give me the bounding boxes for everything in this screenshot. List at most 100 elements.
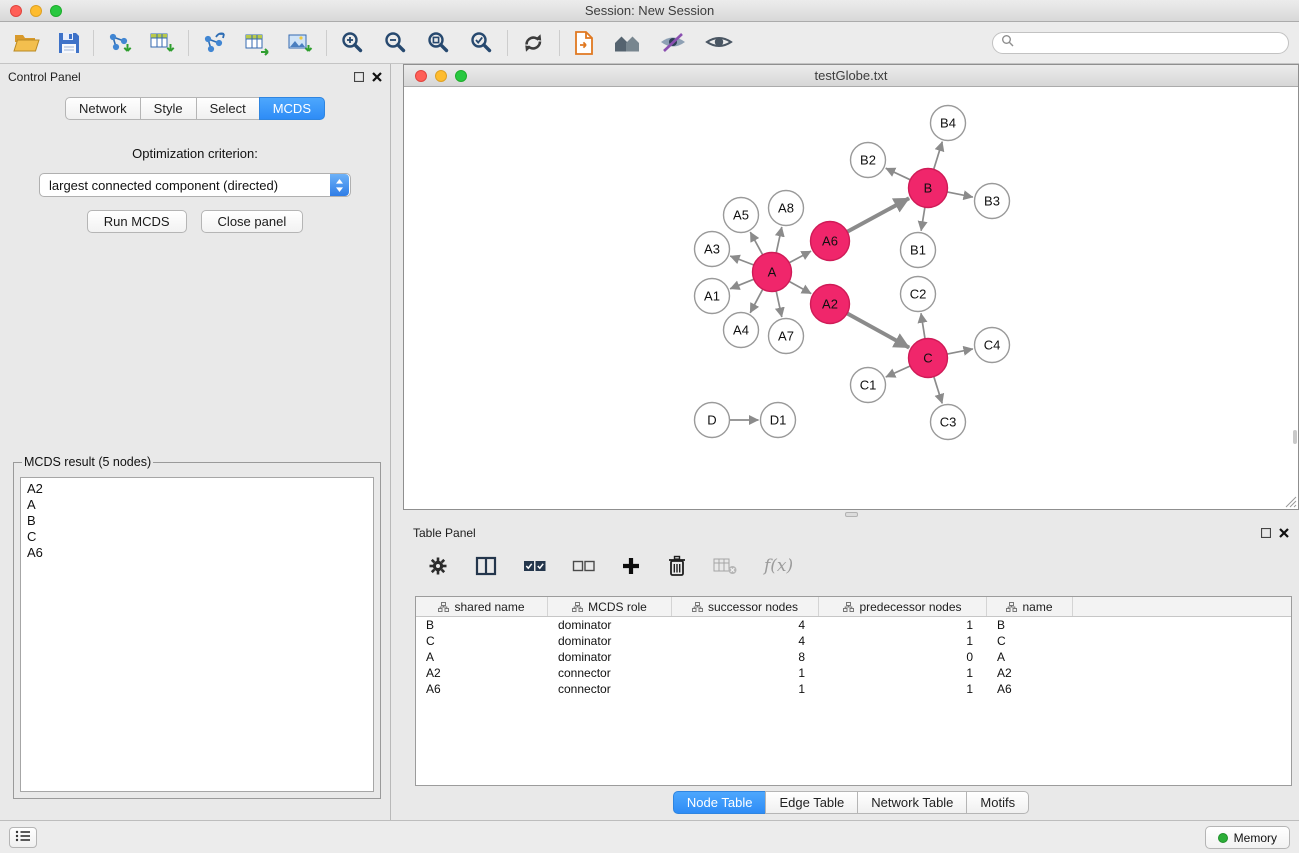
edge-A2-C[interactable] xyxy=(847,313,909,347)
cell-shared-name[interactable]: B xyxy=(416,617,548,633)
zoom-window-button[interactable] xyxy=(50,5,62,17)
edge-A-A5[interactable] xyxy=(750,232,762,255)
cell-predecessor-nodes[interactable]: 0 xyxy=(819,649,987,665)
zoom-selected-button[interactable] xyxy=(465,28,498,58)
result-item[interactable]: A6 xyxy=(27,545,367,561)
hide-details-button[interactable] xyxy=(655,29,691,56)
delete-column-button[interactable] xyxy=(665,553,689,579)
node-A6[interactable]: A6 xyxy=(811,222,850,261)
network-vertical-scroll-thumb[interactable] xyxy=(1293,430,1297,444)
table-tab-network-table[interactable]: Network Table xyxy=(857,791,967,814)
refresh-view-button[interactable] xyxy=(517,28,550,58)
network-zoom-button[interactable] xyxy=(455,70,467,82)
node-A8[interactable]: A8 xyxy=(769,191,804,226)
node-C3[interactable]: C3 xyxy=(931,405,966,440)
close-panel-icon-button[interactable] xyxy=(372,72,382,82)
cell-successor-nodes[interactable]: 8 xyxy=(672,649,819,665)
search-box[interactable] xyxy=(992,32,1289,54)
node-A2[interactable]: A2 xyxy=(811,285,850,324)
node-A[interactable]: A xyxy=(753,253,792,292)
cell-mcds-role[interactable]: connector xyxy=(548,665,672,681)
table-tab-node-table[interactable]: Node Table xyxy=(673,791,767,814)
cell-name[interactable]: A xyxy=(987,649,1073,665)
run-mcds-button[interactable]: Run MCDS xyxy=(87,210,187,233)
network-close-button[interactable] xyxy=(415,70,427,82)
cell-name[interactable]: A2 xyxy=(987,665,1073,681)
table-row[interactable]: A6connector11A6 xyxy=(416,681,1291,697)
tab-select[interactable]: Select xyxy=(196,97,260,120)
network-window-titlebar[interactable]: testGlobe.txt xyxy=(404,65,1298,87)
table-float-panel-button[interactable] xyxy=(1261,528,1271,538)
table-tab-motifs[interactable]: Motifs xyxy=(966,791,1029,814)
result-item[interactable]: C xyxy=(27,529,367,545)
resize-grip-icon[interactable] xyxy=(1285,496,1297,508)
tab-network[interactable]: Network xyxy=(65,97,141,120)
column-header-predecessor-nodes[interactable]: predecessor nodes xyxy=(819,597,987,616)
table-row[interactable]: A2connector11A2 xyxy=(416,665,1291,681)
save-session-button[interactable] xyxy=(54,29,84,57)
node-A4[interactable]: A4 xyxy=(724,313,759,348)
edge-C-C4[interactable] xyxy=(947,349,973,354)
edge-C-C2[interactable] xyxy=(921,313,925,338)
edge-A-A8[interactable] xyxy=(776,227,782,253)
edge-A6-B[interactable] xyxy=(847,198,909,232)
table-settings-button[interactable] xyxy=(425,553,451,579)
node-D1[interactable]: D1 xyxy=(761,403,796,438)
node-B4[interactable]: B4 xyxy=(931,106,966,141)
column-selector-button[interactable] xyxy=(473,554,499,578)
edge-B-B2[interactable] xyxy=(886,168,911,180)
cell-shared-name[interactable]: A xyxy=(416,649,548,665)
edge-B-B1[interactable] xyxy=(921,207,925,230)
cell-successor-nodes[interactable]: 1 xyxy=(672,681,819,697)
export-image-button[interactable] xyxy=(284,28,317,58)
cell-name[interactable]: C xyxy=(987,633,1073,649)
column-header-successor-nodes[interactable]: successor nodes xyxy=(672,597,819,616)
cell-successor-nodes[interactable]: 1 xyxy=(672,665,819,681)
edge-A-A3[interactable] xyxy=(730,256,754,265)
edge-C-C1[interactable] xyxy=(886,366,910,377)
table-row[interactable]: Adominator80A xyxy=(416,649,1291,665)
node-B1[interactable]: B1 xyxy=(901,233,936,268)
import-table-button[interactable] xyxy=(146,28,179,58)
memory-button[interactable]: Memory xyxy=(1205,826,1290,849)
table-row[interactable]: Bdominator41B xyxy=(416,617,1291,633)
cell-mcds-role[interactable]: dominator xyxy=(548,649,672,665)
cell-shared-name[interactable]: A6 xyxy=(416,681,548,697)
node-B[interactable]: B xyxy=(909,169,948,208)
cell-predecessor-nodes[interactable]: 1 xyxy=(819,617,987,633)
deselect-all-rows-button[interactable] xyxy=(570,557,597,575)
float-panel-button[interactable] xyxy=(354,72,364,82)
cell-mcds-role[interactable]: dominator xyxy=(548,617,672,633)
delete-table-button[interactable] xyxy=(711,555,740,577)
edge-A-A6[interactable] xyxy=(789,251,811,263)
zoom-in-button[interactable] xyxy=(336,28,369,58)
node-B2[interactable]: B2 xyxy=(851,143,886,178)
cell-name[interactable]: A6 xyxy=(987,681,1073,697)
node-C2[interactable]: C2 xyxy=(901,277,936,312)
table-row[interactable]: Cdominator41C xyxy=(416,633,1291,649)
cell-successor-nodes[interactable]: 4 xyxy=(672,633,819,649)
close-panel-button[interactable]: Close panel xyxy=(201,210,304,233)
node-C[interactable]: C xyxy=(909,339,948,378)
edge-A-A1[interactable] xyxy=(730,279,754,289)
edge-A-A2[interactable] xyxy=(789,281,811,293)
cell-shared-name[interactable]: A2 xyxy=(416,665,548,681)
network-minimize-button[interactable] xyxy=(435,70,447,82)
new-view-button[interactable] xyxy=(569,28,599,58)
node-B3[interactable]: B3 xyxy=(975,184,1010,219)
edge-C-C3[interactable] xyxy=(934,377,942,404)
cell-mcds-role[interactable]: connector xyxy=(548,681,672,697)
edge-B-B3[interactable] xyxy=(947,192,973,197)
home-fit-button[interactable] xyxy=(609,29,645,57)
edge-A-A4[interactable] xyxy=(750,289,763,313)
open-session-button[interactable] xyxy=(10,29,44,57)
mcds-result-list[interactable]: A2ABCA6 xyxy=(20,477,374,792)
edge-B-B4[interactable] xyxy=(934,142,943,170)
network-graph[interactable]: A5A8A3A1A4A7AA6A2BB2B4B3B1C2CC4C1C3DD1 xyxy=(404,88,1298,509)
close-window-button[interactable] xyxy=(10,5,22,17)
minimize-window-button[interactable] xyxy=(30,5,42,17)
cell-shared-name[interactable]: C xyxy=(416,633,548,649)
column-header-mcds-role[interactable]: MCDS role xyxy=(548,597,672,616)
cell-predecessor-nodes[interactable]: 1 xyxy=(819,665,987,681)
node-C1[interactable]: C1 xyxy=(851,368,886,403)
